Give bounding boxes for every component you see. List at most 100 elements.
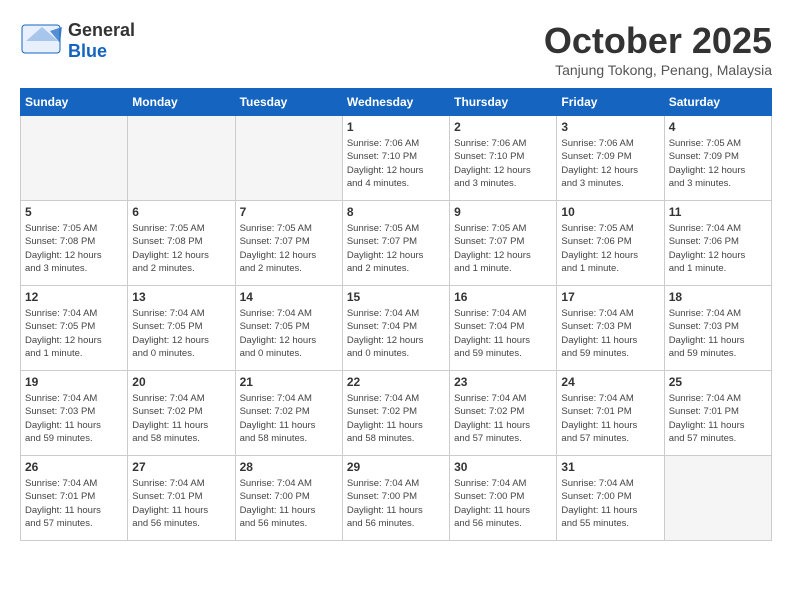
day-number: 12 — [25, 290, 123, 304]
day-info: Sunrise: 7:04 AM Sunset: 7:02 PM Dayligh… — [132, 392, 230, 445]
calendar-cell: 6 Sunrise: 7:05 AM Sunset: 7:08 PM Daylig… — [128, 201, 235, 286]
day-number: 24 — [561, 375, 659, 389]
day-info: Sunrise: 7:04 AM Sunset: 7:05 PM Dayligh… — [25, 307, 123, 360]
day-number: 18 — [669, 290, 767, 304]
calendar-cell: 10 Sunrise: 7:05 AM Sunset: 7:06 PM Dayli… — [557, 201, 664, 286]
day-info: Sunrise: 7:04 AM Sunset: 7:05 PM Dayligh… — [240, 307, 338, 360]
day-info: Sunrise: 7:04 AM Sunset: 7:00 PM Dayligh… — [561, 477, 659, 530]
calendar-cell: 26 Sunrise: 7:04 AM Sunset: 7:01 PM Dayli… — [21, 456, 128, 541]
day-info: Sunrise: 7:06 AM Sunset: 7:09 PM Dayligh… — [561, 137, 659, 190]
day-number: 28 — [240, 460, 338, 474]
calendar-cell: 9 Sunrise: 7:05 AM Sunset: 7:07 PM Daylig… — [450, 201, 557, 286]
day-info: Sunrise: 7:05 AM Sunset: 7:07 PM Dayligh… — [347, 222, 445, 275]
day-number: 27 — [132, 460, 230, 474]
day-info: Sunrise: 7:05 AM Sunset: 7:09 PM Dayligh… — [669, 137, 767, 190]
day-number: 21 — [240, 375, 338, 389]
day-info: Sunrise: 7:05 AM Sunset: 7:08 PM Dayligh… — [132, 222, 230, 275]
calendar-cell: 20 Sunrise: 7:04 AM Sunset: 7:02 PM Dayli… — [128, 371, 235, 456]
day-info: Sunrise: 7:04 AM Sunset: 7:04 PM Dayligh… — [347, 307, 445, 360]
calendar-cell — [664, 456, 771, 541]
calendar-cell: 14 Sunrise: 7:04 AM Sunset: 7:05 PM Dayli… — [235, 286, 342, 371]
day-of-week-friday: Friday — [557, 89, 664, 116]
calendar-cell: 12 Sunrise: 7:04 AM Sunset: 7:05 PM Dayli… — [21, 286, 128, 371]
day-info: Sunrise: 7:04 AM Sunset: 7:06 PM Dayligh… — [669, 222, 767, 275]
day-number: 13 — [132, 290, 230, 304]
calendar-cell: 23Sunrise: 7:04 AM Sunset: 7:02 PM Dayli… — [450, 371, 557, 456]
day-info: Sunrise: 7:04 AM Sunset: 7:01 PM Dayligh… — [25, 477, 123, 530]
day-number: 23 — [454, 375, 552, 389]
week-row-3: 12 Sunrise: 7:04 AM Sunset: 7:05 PM Dayli… — [21, 286, 772, 371]
day-number: 14 — [240, 290, 338, 304]
day-number: 7 — [240, 205, 338, 219]
day-info: Sunrise: 7:04 AM Sunset: 7:01 PM Dayligh… — [669, 392, 767, 445]
calendar-body: 1Sunrise: 7:06 AM Sunset: 7:10 PM Daylig… — [21, 116, 772, 541]
calendar-cell: 24 Sunrise: 7:04 AM Sunset: 7:01 PM Dayli… — [557, 371, 664, 456]
calendar-cell: 1Sunrise: 7:06 AM Sunset: 7:10 PM Daylig… — [342, 116, 449, 201]
day-number: 6 — [132, 205, 230, 219]
day-info: Sunrise: 7:04 AM Sunset: 7:03 PM Dayligh… — [669, 307, 767, 360]
day-number: 8 — [347, 205, 445, 219]
week-row-1: 1Sunrise: 7:06 AM Sunset: 7:10 PM Daylig… — [21, 116, 772, 201]
calendar-cell: 21 Sunrise: 7:04 AM Sunset: 7:02 PM Dayli… — [235, 371, 342, 456]
day-of-week-monday: Monday — [128, 89, 235, 116]
calendar-cell: 28Sunrise: 7:04 AM Sunset: 7:00 PM Dayli… — [235, 456, 342, 541]
week-row-4: 19 Sunrise: 7:04 AM Sunset: 7:03 PM Dayli… — [21, 371, 772, 456]
day-number: 15 — [347, 290, 445, 304]
day-number: 3 — [561, 120, 659, 134]
calendar-cell: 3 Sunrise: 7:06 AM Sunset: 7:09 PM Daylig… — [557, 116, 664, 201]
calendar-cell: 7 Sunrise: 7:05 AM Sunset: 7:07 PM Daylig… — [235, 201, 342, 286]
calendar-cell: 16 Sunrise: 7:04 AM Sunset: 7:04 PM Dayli… — [450, 286, 557, 371]
calendar-cell: 8 Sunrise: 7:05 AM Sunset: 7:07 PM Daylig… — [342, 201, 449, 286]
calendar-cell: 17 Sunrise: 7:04 AM Sunset: 7:03 PM Dayli… — [557, 286, 664, 371]
day-info: Sunrise: 7:04 AM Sunset: 7:03 PM Dayligh… — [25, 392, 123, 445]
location: Tanjung Tokong, Penang, Malaysia — [544, 62, 772, 78]
day-number: 25 — [669, 375, 767, 389]
logo-general: General — [68, 20, 135, 40]
day-info: Sunrise: 7:04 AM Sunset: 7:01 PM Dayligh… — [561, 392, 659, 445]
day-info: Sunrise: 7:05 AM Sunset: 7:07 PM Dayligh… — [454, 222, 552, 275]
day-info: Sunrise: 7:04 AM Sunset: 7:04 PM Dayligh… — [454, 307, 552, 360]
day-of-week-wednesday: Wednesday — [342, 89, 449, 116]
day-number: 2 — [454, 120, 552, 134]
day-info: Sunrise: 7:04 AM Sunset: 7:00 PM Dayligh… — [454, 477, 552, 530]
month-title: October 2025 — [544, 20, 772, 62]
day-info: Sunrise: 7:04 AM Sunset: 7:02 PM Dayligh… — [240, 392, 338, 445]
title-section: October 2025 Tanjung Tokong, Penang, Mal… — [544, 20, 772, 78]
calendar-cell: 4Sunrise: 7:05 AM Sunset: 7:09 PM Daylig… — [664, 116, 771, 201]
calendar-cell: 11 Sunrise: 7:04 AM Sunset: 7:06 PM Dayli… — [664, 201, 771, 286]
day-of-week-saturday: Saturday — [664, 89, 771, 116]
day-number: 20 — [132, 375, 230, 389]
calendar-cell — [235, 116, 342, 201]
day-of-week-thursday: Thursday — [450, 89, 557, 116]
day-number: 22 — [347, 375, 445, 389]
calendar-cell: 2Sunrise: 7:06 AM Sunset: 7:10 PM Daylig… — [450, 116, 557, 201]
calendar-cell: 15 Sunrise: 7:04 AM Sunset: 7:04 PM Dayli… — [342, 286, 449, 371]
day-number: 29 — [347, 460, 445, 474]
day-info: Sunrise: 7:04 AM Sunset: 7:03 PM Dayligh… — [561, 307, 659, 360]
day-info: Sunrise: 7:05 AM Sunset: 7:06 PM Dayligh… — [561, 222, 659, 275]
day-number: 10 — [561, 205, 659, 219]
day-number: 17 — [561, 290, 659, 304]
calendar-cell: 19 Sunrise: 7:04 AM Sunset: 7:03 PM Dayli… — [21, 371, 128, 456]
page-header: General Blue October 2025 Tanjung Tokong… — [20, 20, 772, 78]
day-info: Sunrise: 7:04 AM Sunset: 7:00 PM Dayligh… — [347, 477, 445, 530]
calendar-cell: 5 Sunrise: 7:05 AM Sunset: 7:08 PM Daylig… — [21, 201, 128, 286]
logo: General Blue — [20, 20, 135, 62]
days-of-week-header: SundayMondayTuesdayWednesdayThursdayFrid… — [21, 89, 772, 116]
day-info: Sunrise: 7:06 AM Sunset: 7:10 PM Dayligh… — [347, 137, 445, 190]
calendar-cell — [128, 116, 235, 201]
day-info: Sunrise: 7:05 AM Sunset: 7:08 PM Dayligh… — [25, 222, 123, 275]
calendar-cell: 22Sunrise: 7:04 AM Sunset: 7:02 PM Dayli… — [342, 371, 449, 456]
day-number: 9 — [454, 205, 552, 219]
day-number: 31 — [561, 460, 659, 474]
day-number: 11 — [669, 205, 767, 219]
day-info: Sunrise: 7:05 AM Sunset: 7:07 PM Dayligh… — [240, 222, 338, 275]
day-number: 26 — [25, 460, 123, 474]
day-number: 5 — [25, 205, 123, 219]
calendar-cell: 25 Sunrise: 7:04 AM Sunset: 7:01 PM Dayli… — [664, 371, 771, 456]
day-number: 30 — [454, 460, 552, 474]
day-number: 16 — [454, 290, 552, 304]
calendar-cell: 29 Sunrise: 7:04 AM Sunset: 7:00 PM Dayli… — [342, 456, 449, 541]
day-number: 19 — [25, 375, 123, 389]
calendar-cell: 13Sunrise: 7:04 AM Sunset: 7:05 PM Dayli… — [128, 286, 235, 371]
